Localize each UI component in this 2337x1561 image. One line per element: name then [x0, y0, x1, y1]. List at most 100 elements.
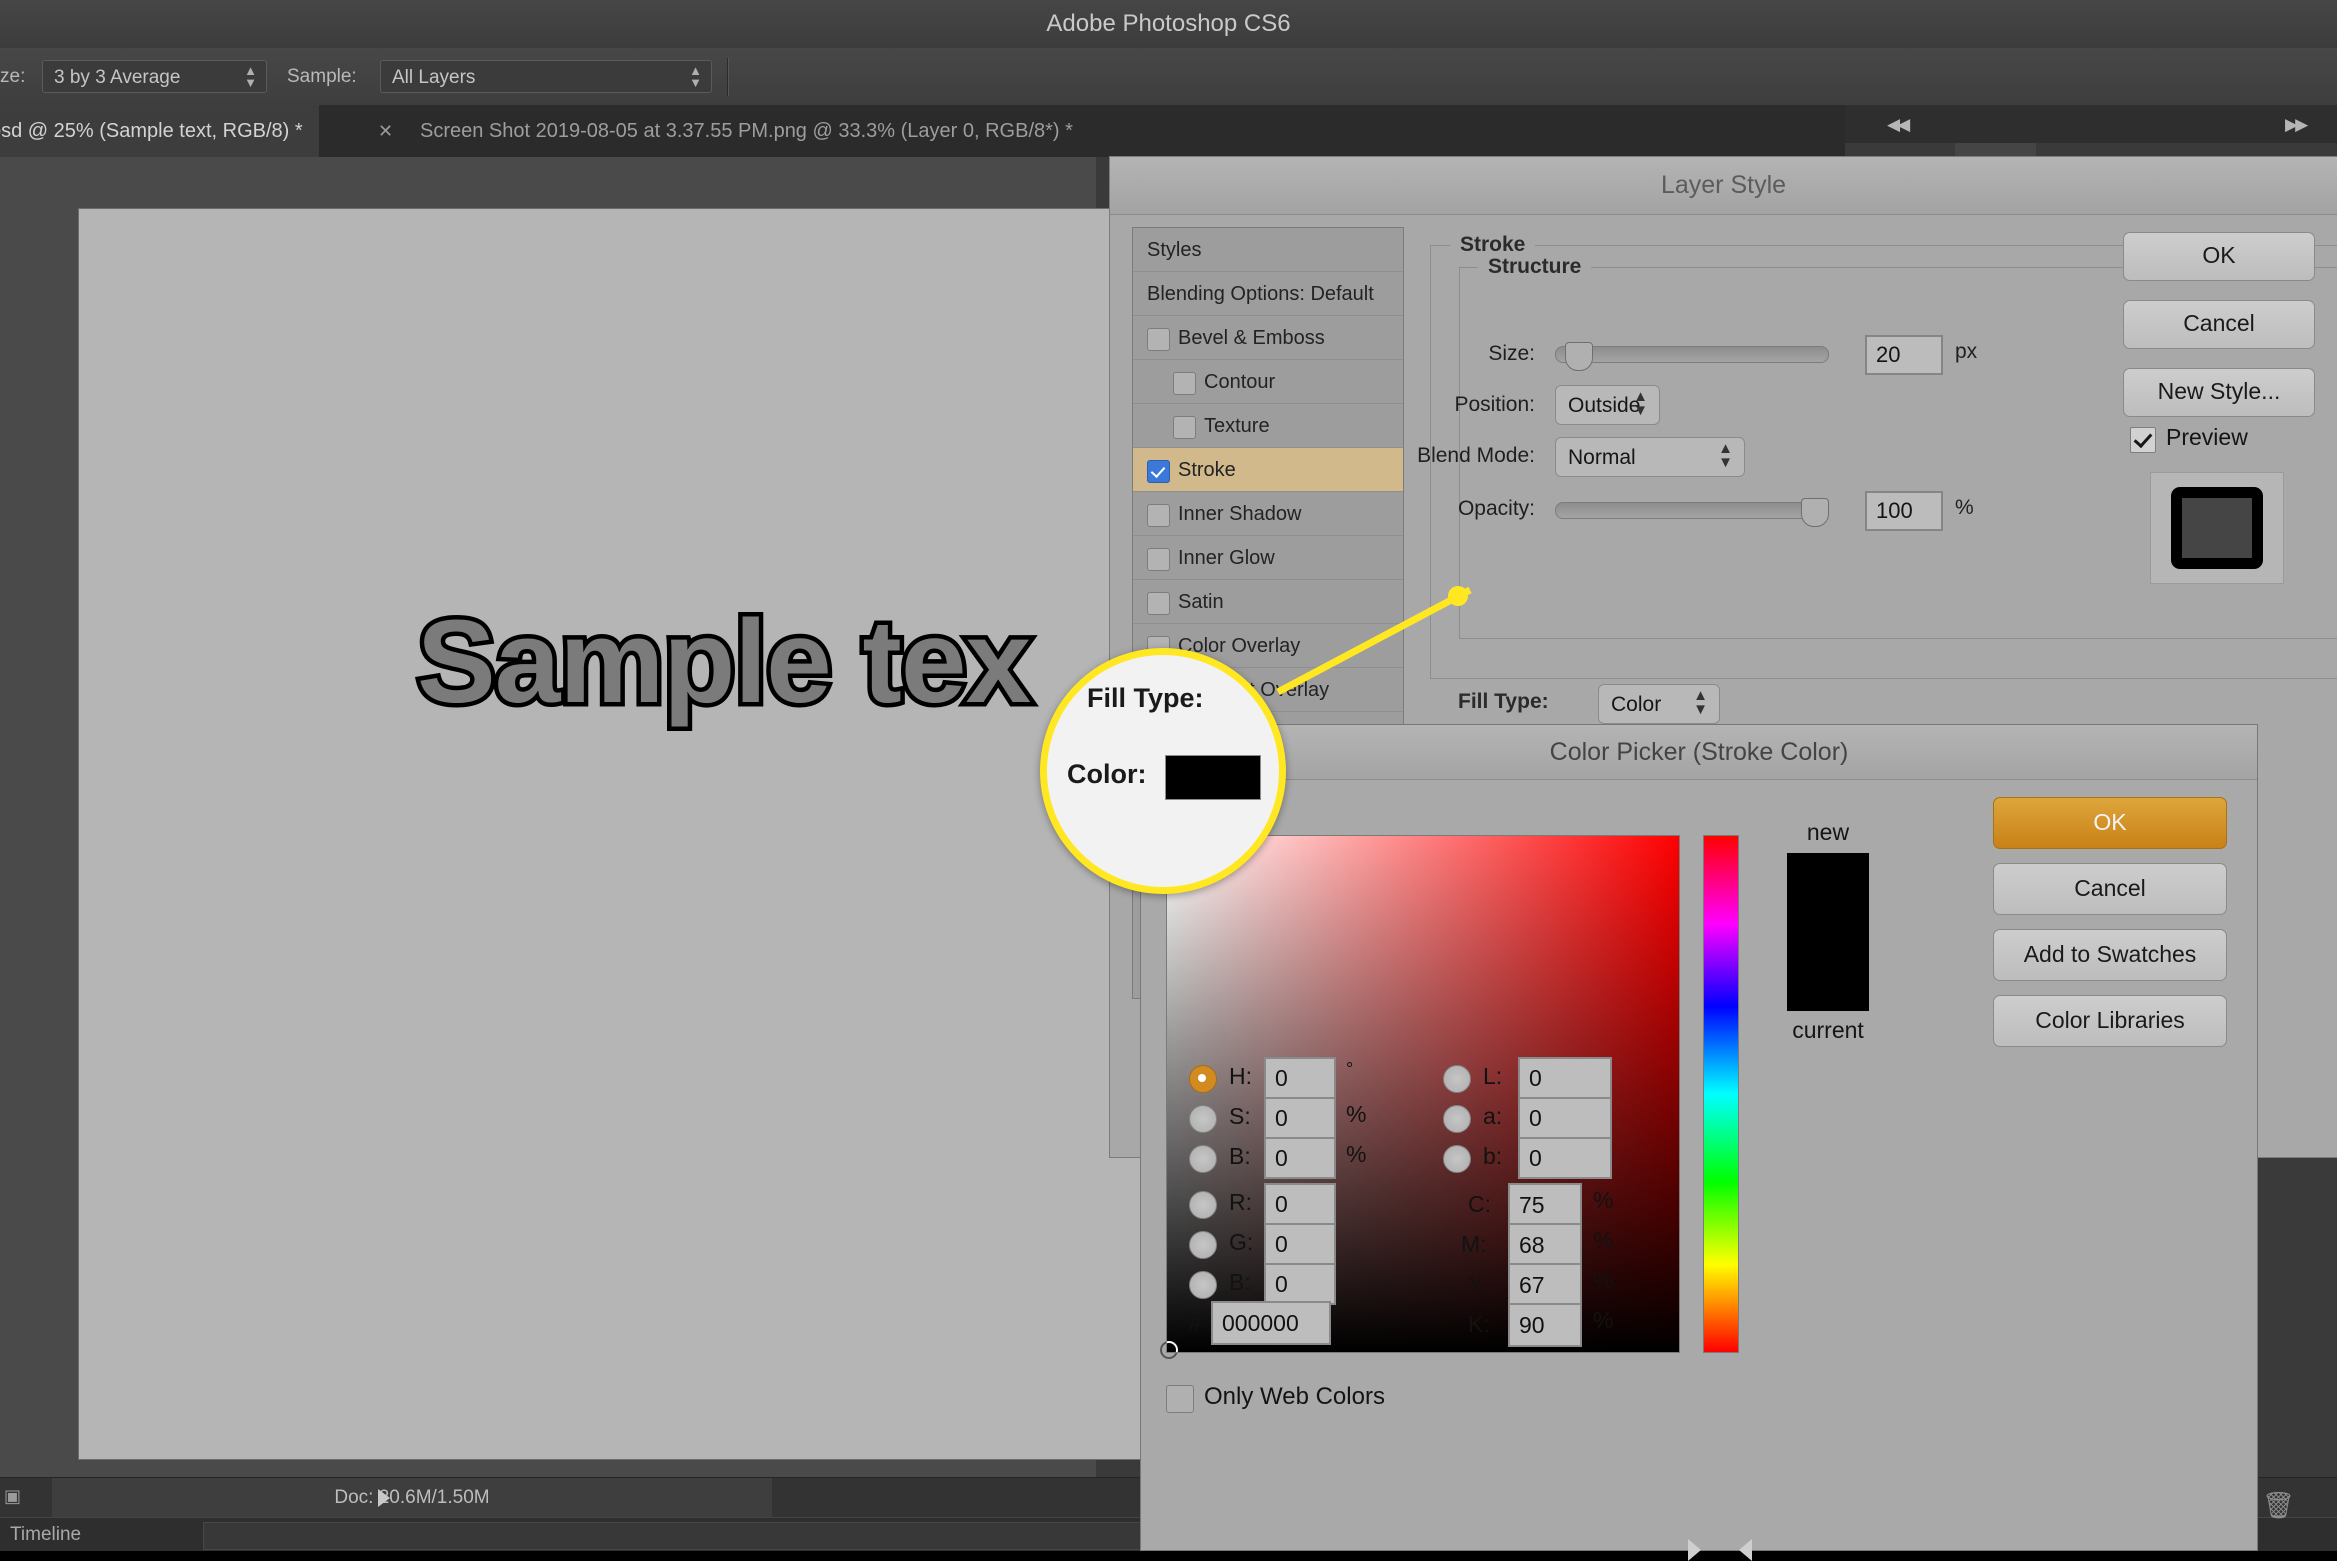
new-style-button[interactable]: New Style...	[2123, 368, 2315, 417]
panel-dock-collapse-bar[interactable]: ◀◀ ▶▶	[1845, 105, 2337, 143]
document-size-status[interactable]: Doc: 20.6M/1.50M	[52, 1478, 772, 1518]
blend-mode-label: Blend Mode:	[1417, 444, 1535, 467]
sample-size-value: 3 by 3 Average	[54, 67, 181, 88]
lab-a-radio[interactable]	[1443, 1105, 1471, 1133]
satin-checkbox[interactable]	[1147, 592, 1170, 615]
size-slider-thumb[interactable]	[1565, 342, 1593, 371]
saturation-radio[interactable]	[1189, 1105, 1217, 1133]
saturation-input[interactable]: 0	[1264, 1097, 1336, 1139]
brightness-unit: %	[1346, 1141, 1367, 1167]
cyan-unit: %	[1593, 1187, 1614, 1213]
callout-color-swatch	[1165, 755, 1261, 800]
chevron-updown-icon: ▲▼	[1718, 440, 1733, 471]
blend-mode-select[interactable]: Normal ▲ ▼	[1555, 437, 1745, 477]
position-select[interactable]: Outside ▲ ▼	[1555, 385, 1660, 425]
styles-list-label: Blending Options: Default	[1147, 283, 1374, 305]
styles-list-item-texture[interactable]: Texture	[1133, 404, 1403, 448]
saturation-label: S:	[1229, 1103, 1251, 1129]
size-input[interactable]: 20	[1865, 335, 1943, 375]
layer-style-cancel-button[interactable]: Cancel	[2123, 300, 2315, 349]
styles-list-label: Stroke	[1178, 459, 1236, 481]
add-to-swatches-button[interactable]: Add to Swatches	[1993, 929, 2227, 981]
close-icon[interactable]: ✕	[378, 105, 393, 157]
bevel-emboss-checkbox[interactable]	[1147, 328, 1170, 351]
fill-type-select[interactable]: Color ▲ ▼	[1598, 684, 1720, 724]
styles-list-item-inner-glow[interactable]: Inner Glow	[1133, 536, 1403, 580]
preview-checkbox[interactable]	[2130, 427, 2156, 453]
opacity-slider-track[interactable]	[1555, 502, 1829, 519]
size-label: Size:	[1488, 342, 1535, 365]
brightness-label: B:	[1229, 1143, 1251, 1169]
yellow-unit: %	[1593, 1267, 1614, 1293]
canvas-sample-text: Sample tex	[412, 592, 1035, 733]
lab-b-radio[interactable]	[1443, 1145, 1471, 1173]
chevron-updown-icon: ▲▼	[1693, 687, 1708, 718]
only-web-colors-checkbox[interactable]	[1166, 1385, 1194, 1413]
hue-radio[interactable]	[1189, 1065, 1217, 1093]
position-value: Outside	[1568, 394, 1641, 417]
styles-list-item-contour[interactable]: Contour	[1133, 360, 1403, 404]
magenta-input[interactable]: 68	[1508, 1223, 1582, 1267]
color-libraries-button[interactable]: Color Libraries	[1993, 995, 2227, 1047]
hue-slider[interactable]	[1703, 835, 1739, 1353]
status-expand-icon[interactable]	[378, 1489, 390, 1507]
sample-select[interactable]: All Layers ▲ ▼	[380, 60, 712, 93]
color-picker-cancel-button[interactable]: Cancel	[1993, 863, 2227, 915]
expand-right-icon[interactable]: ▶▶	[2285, 115, 2308, 135]
screen-mode-icon[interactable]: ▣	[4, 1486, 28, 1510]
new-color-swatch[interactable]	[1787, 853, 1869, 1011]
sample-size-select[interactable]: 3 by 3 Average ▲ ▼	[42, 60, 267, 93]
sample-size-label: ze:	[0, 66, 26, 87]
size-slider-track[interactable]	[1555, 346, 1829, 363]
callout-anchor-dot	[1448, 586, 1468, 606]
styles-list-item-blending-options[interactable]: Blending Options: Default	[1133, 272, 1403, 316]
lab-a-input[interactable]: 0	[1518, 1097, 1612, 1139]
color-picker-title: Color Picker (Stroke Color)	[1549, 738, 1849, 766]
chevron-updown-icon: ▲▼	[244, 63, 257, 90]
green-radio[interactable]	[1189, 1231, 1217, 1259]
opacity-slider-thumb[interactable]	[1801, 498, 1829, 527]
contour-checkbox[interactable]	[1173, 372, 1196, 395]
color-field-marker[interactable]	[1160, 1341, 1178, 1359]
blue-radio[interactable]	[1189, 1271, 1217, 1299]
color-picker-ok-button[interactable]: OK	[1993, 797, 2227, 849]
texture-checkbox[interactable]	[1173, 416, 1196, 439]
opacity-input[interactable]: 100	[1865, 491, 1943, 531]
blue-label: B:	[1229, 1269, 1251, 1295]
trash-icon[interactable]: 🗑	[2262, 1490, 2295, 1521]
styles-list-item-styles[interactable]: Styles	[1133, 228, 1403, 272]
sample-value: All Layers	[392, 67, 476, 88]
collapse-left-icon[interactable]: ◀◀	[1887, 115, 1910, 135]
lab-b-input[interactable]: 0	[1518, 1137, 1612, 1179]
stroke-checkbox[interactable]	[1147, 460, 1170, 483]
lightness-radio[interactable]	[1443, 1065, 1471, 1093]
yellow-input[interactable]: 67	[1508, 1263, 1582, 1307]
only-web-colors-label: Only Web Colors	[1204, 1383, 1385, 1410]
opacity-label: Opacity:	[1457, 497, 1535, 520]
red-input[interactable]: 0	[1264, 1183, 1336, 1225]
layer-style-title-bar: Layer Style	[1110, 157, 2337, 215]
document-tab-1[interactable]: psd @ 25% (Sample text, RGB/8) *	[0, 105, 319, 157]
brightness-radio[interactable]	[1189, 1145, 1217, 1173]
green-input[interactable]: 0	[1264, 1223, 1336, 1265]
size-unit: px	[1955, 340, 1978, 363]
hex-input[interactable]: 000000	[1211, 1301, 1331, 1345]
lightness-input[interactable]: 0	[1518, 1057, 1612, 1099]
red-radio[interactable]	[1189, 1191, 1217, 1219]
layer-style-ok-button[interactable]: OK	[2123, 232, 2315, 281]
styles-list-label: Texture	[1204, 415, 1270, 437]
document-tab-2[interactable]: Screen Shot 2019-08-05 at 3.37.55 PM.png…	[404, 105, 1089, 157]
styles-list-item-inner-shadow[interactable]: Inner Shadow	[1133, 492, 1403, 536]
hue-input[interactable]: 0	[1264, 1057, 1336, 1099]
inner-glow-checkbox[interactable]	[1147, 548, 1170, 571]
preview-label: Preview	[2166, 424, 2248, 450]
hue-marker-left-icon	[1688, 1539, 1701, 1561]
black-input[interactable]: 90	[1508, 1303, 1582, 1347]
blue-input[interactable]: 0	[1264, 1263, 1336, 1305]
styles-list-item-bevel-emboss[interactable]: Bevel & Emboss	[1133, 316, 1403, 360]
brightness-input[interactable]: 0	[1264, 1137, 1336, 1179]
new-color-label: new	[1806, 819, 1850, 845]
inner-shadow-checkbox[interactable]	[1147, 504, 1170, 527]
chevron-updown-icon: ▲▼	[689, 63, 702, 90]
cyan-input[interactable]: 75	[1508, 1183, 1582, 1227]
